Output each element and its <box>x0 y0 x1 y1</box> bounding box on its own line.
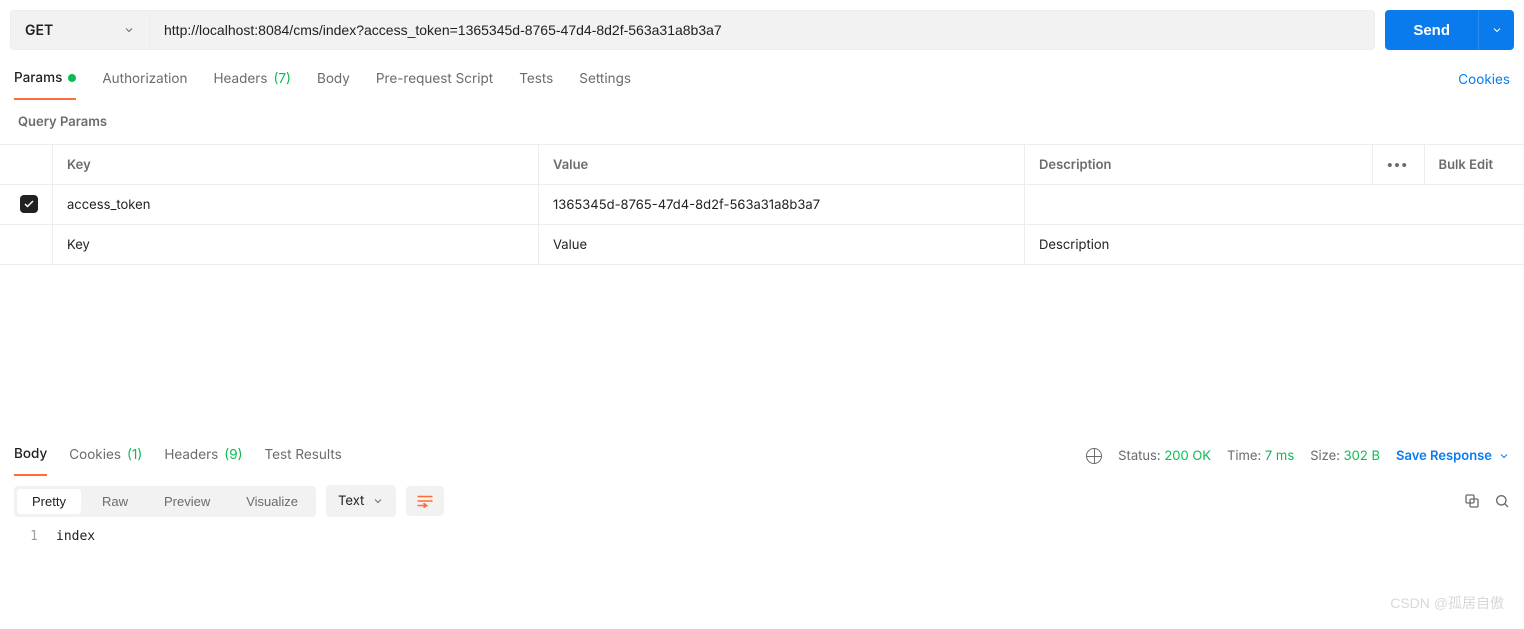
resp-tab-headers[interactable]: Headers (9) <box>164 436 242 475</box>
row-value-placeholder[interactable]: Value <box>539 225 1025 265</box>
status-label: Status: <box>1118 448 1161 464</box>
cookies-link[interactable]: Cookies <box>1458 62 1510 98</box>
method-select[interactable]: GET <box>10 10 150 50</box>
bulk-edit-link[interactable]: Bulk Edit <box>1439 157 1494 173</box>
resp-tab-cookies[interactable]: Cookies (1) <box>69 436 142 475</box>
col-value-header: Value <box>539 145 1025 185</box>
checkbox-checked-icon[interactable] <box>20 195 38 213</box>
tab-headers[interactable]: Headers (7) <box>214 60 291 99</box>
tab-label: Body <box>14 446 47 462</box>
response-body-controls: Pretty Raw Preview Visualize Text <box>0 475 1524 523</box>
request-bar: GET Send <box>0 0 1524 60</box>
response-status-block: Status: 200 OK Time: 7 ms Size: 302 B Sa… <box>1086 448 1510 464</box>
tab-count: (1) <box>127 447 142 463</box>
dot-indicator-icon <box>68 74 76 82</box>
response-tabs-row: Body Cookies (1) Headers (9) Test Result… <box>0 435 1524 475</box>
tab-label: Settings <box>579 71 631 87</box>
view-pretty[interactable]: Pretty <box>17 489 81 514</box>
resp-tab-testresults[interactable]: Test Results <box>265 436 342 475</box>
send-button[interactable]: Send <box>1385 10 1478 50</box>
row-key-placeholder[interactable]: Key <box>53 225 539 265</box>
view-mode-segment: Pretty Raw Preview Visualize <box>14 486 316 517</box>
send-button-group: Send <box>1385 10 1514 50</box>
wrap-lines-button[interactable] <box>406 486 444 516</box>
table-row-new: Key Value Description <box>0 225 1524 265</box>
table-row: access_token 1365345d-8765-47d4-8d2f-563… <box>0 185 1524 225</box>
col-more-header[interactable]: ••• <box>1372 145 1424 185</box>
tab-tests[interactable]: Tests <box>519 60 553 99</box>
time-group: Time: 7 ms <box>1227 448 1294 464</box>
format-select[interactable]: Text <box>326 485 396 517</box>
tab-prerequest[interactable]: Pre-request Script <box>376 60 493 99</box>
size-label: Size: <box>1310 448 1340 464</box>
url-input[interactable] <box>150 10 1375 50</box>
tab-label: Headers <box>164 447 218 463</box>
tab-label: Body <box>317 71 350 87</box>
col-bulk-header[interactable]: Bulk Edit <box>1424 145 1524 185</box>
watermark: CSDN @孤居自傲 <box>1390 593 1504 613</box>
col-desc-header: Description <box>1025 145 1373 185</box>
save-response-label: Save Response <box>1396 448 1492 464</box>
status-value: 200 OK <box>1164 448 1211 464</box>
tab-params[interactable]: Params <box>14 60 76 100</box>
time-label: Time: <box>1227 448 1261 464</box>
tab-authorization[interactable]: Authorization <box>102 60 187 99</box>
tab-count: (9) <box>224 447 242 463</box>
size-value: 302 B <box>1344 448 1380 464</box>
view-preview[interactable]: Preview <box>146 486 228 517</box>
time-value: 7 ms <box>1265 448 1294 464</box>
query-params-table: Key Value Description ••• Bulk Edit acce… <box>0 144 1524 265</box>
tab-label: Params <box>14 70 62 86</box>
row-checkbox-cell-empty[interactable] <box>0 225 53 265</box>
row-description[interactable] <box>1025 185 1524 225</box>
line-content: index <box>56 529 95 544</box>
tab-label: Test Results <box>265 447 342 463</box>
search-icon[interactable] <box>1494 493 1510 509</box>
tab-label: Headers <box>214 71 268 87</box>
tab-label: Tests <box>519 71 553 87</box>
view-visualize[interactable]: Visualize <box>228 486 316 517</box>
more-options-icon[interactable]: ••• <box>1387 157 1409 173</box>
query-params-heading: Query Params <box>0 100 1524 144</box>
row-value[interactable]: 1365345d-8765-47d4-8d2f-563a31a8b3a7 <box>539 185 1025 225</box>
resp-tab-body[interactable]: Body <box>14 436 47 476</box>
col-key-header: Key <box>53 145 539 185</box>
table-header-row: Key Value Description ••• Bulk Edit <box>0 145 1524 185</box>
send-more-button[interactable] <box>1478 10 1514 50</box>
view-raw[interactable]: Raw <box>84 486 146 517</box>
method-label: GET <box>25 22 53 39</box>
row-key[interactable]: access_token <box>53 185 539 225</box>
size-group: Size: 302 B <box>1310 448 1380 464</box>
copy-icon[interactable] <box>1464 493 1480 509</box>
col-check <box>0 145 53 185</box>
tab-label: Authorization <box>102 71 187 87</box>
tab-body[interactable]: Body <box>317 60 350 99</box>
chevron-down-icon <box>123 24 135 36</box>
format-label: Text <box>338 493 364 509</box>
row-checkbox-cell[interactable] <box>0 185 53 225</box>
tab-label: Cookies <box>69 447 121 463</box>
request-tabs: Params Authorization Headers (7) Body Pr… <box>14 60 1458 99</box>
tab-count: (7) <box>273 71 291 87</box>
row-desc-placeholder[interactable]: Description <box>1025 225 1524 265</box>
globe-icon[interactable] <box>1086 448 1102 464</box>
response-tabs: Body Cookies (1) Headers (9) Test Result… <box>14 436 1086 475</box>
response-right-icons <box>1464 493 1510 509</box>
response-body: 1 index <box>0 523 1524 550</box>
save-response-button[interactable]: Save Response <box>1396 448 1510 464</box>
spacer <box>0 265 1524 435</box>
tab-label: Pre-request Script <box>376 71 493 87</box>
status-group: Status: 200 OK <box>1118 448 1211 464</box>
request-tabs-row: Params Authorization Headers (7) Body Pr… <box>0 60 1524 100</box>
line-number: 1 <box>0 529 56 544</box>
tab-settings[interactable]: Settings <box>579 60 631 99</box>
